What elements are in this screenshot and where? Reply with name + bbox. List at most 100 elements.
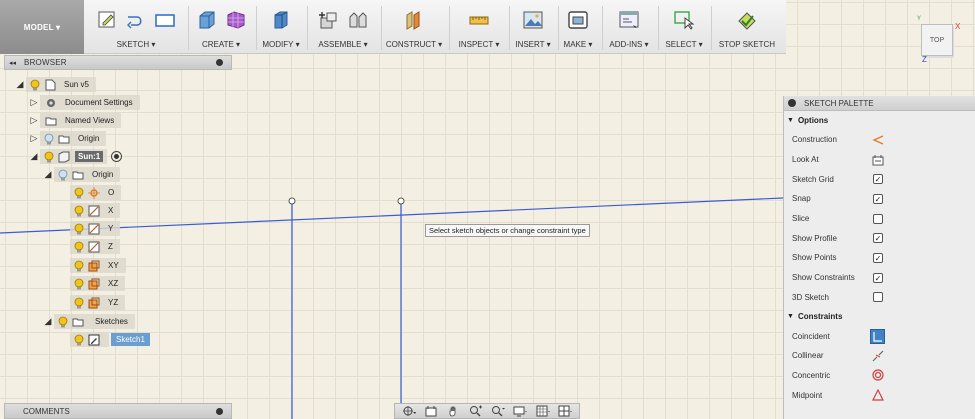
expand-triangle-icon[interactable]: ◢ xyxy=(28,149,40,164)
tree-node-origin[interactable]: ▷ Origin xyxy=(28,131,107,146)
pin-icon[interactable] xyxy=(216,59,223,66)
option-slice[interactable]: Slice xyxy=(784,209,975,229)
create-menu-label[interactable]: CREATE ▾ xyxy=(190,40,252,49)
grid-settings-icon[interactable] xyxy=(535,405,551,417)
fit-icon[interactable] xyxy=(490,405,506,417)
comments-panel-header[interactable]: COMMENTS xyxy=(4,403,232,419)
assemble-menu-label[interactable]: ASSEMBLE ▾ xyxy=(309,40,377,49)
visibility-bulb-icon[interactable] xyxy=(56,168,69,181)
visibility-bulb-icon[interactable] xyxy=(72,222,85,235)
scripts-icon[interactable] xyxy=(618,9,640,31)
tree-node-sketches[interactable]: ◢ Sketches xyxy=(42,314,135,329)
visibility-bulb-icon[interactable] xyxy=(28,78,41,91)
extrude-icon[interactable] xyxy=(196,9,218,31)
collapse-panel-icon[interactable]: ◂◂ xyxy=(9,59,16,67)
construct-group[interactable]: CONSTRUCT ▾ xyxy=(383,0,445,54)
form-icon[interactable] xyxy=(225,9,247,31)
stop-sketch-icon[interactable] xyxy=(736,9,758,31)
3d-print-icon[interactable] xyxy=(567,9,589,31)
sketch-palette-header[interactable]: SKETCH PALETTE xyxy=(784,96,975,111)
workspace-switcher-button[interactable]: MODEL ▾ xyxy=(0,0,84,54)
midpoint-icon[interactable] xyxy=(872,389,884,401)
select-group[interactable]: SELECT ▾ xyxy=(660,0,708,54)
constraint-coincident[interactable]: Coincident xyxy=(784,326,975,346)
slice-checkbox[interactable] xyxy=(872,213,884,225)
tree-node-document-settings[interactable]: ▷ Document Settings xyxy=(28,95,140,110)
zoom-icon[interactable] xyxy=(468,405,484,417)
collapse-arrow-icon[interactable]: ▼ xyxy=(787,313,794,320)
palette-close-icon[interactable] xyxy=(788,99,796,107)
concentric-icon[interactable] xyxy=(872,369,884,382)
rectangle-tool-icon[interactable] xyxy=(154,9,176,31)
tree-node-axis-z[interactable]: Z xyxy=(70,239,120,254)
view-cube[interactable]: TOP xyxy=(921,24,953,56)
stop-sketch-button[interactable]: STOP SKETCH xyxy=(713,0,781,54)
pan-hand-icon[interactable] xyxy=(446,405,462,417)
tree-node-root[interactable]: ◢ Sun v5 xyxy=(14,77,96,92)
sketch-group[interactable]: SKETCH ▾ xyxy=(86,0,186,54)
tree-node-axis-x[interactable]: X xyxy=(70,203,121,218)
expand-triangle-icon[interactable]: ▷ xyxy=(28,95,40,110)
display-settings-icon[interactable] xyxy=(512,405,528,417)
visibility-bulb-icon[interactable] xyxy=(72,204,85,217)
viewports-icon[interactable] xyxy=(557,405,573,417)
new-component-icon[interactable] xyxy=(318,9,340,31)
expand-triangle-icon[interactable]: ▷ xyxy=(28,113,40,128)
select-icon[interactable] xyxy=(673,9,695,31)
insert-menu-label[interactable]: INSERT ▾ xyxy=(511,40,555,49)
tree-node-axis-y[interactable]: Y xyxy=(70,221,121,236)
constraints-section-header[interactable]: ▼ Constraints xyxy=(784,307,975,326)
addins-group[interactable]: ADD-INS ▾ xyxy=(604,0,654,54)
create-sketch-icon[interactable] xyxy=(96,9,118,31)
tree-node-named-views[interactable]: ▷ Named Views xyxy=(28,113,122,128)
sketch-point-1[interactable] xyxy=(288,197,296,205)
snap-checkbox[interactable]: ✓ xyxy=(872,193,884,205)
expand-triangle-icon[interactable]: ◢ xyxy=(42,167,54,182)
visibility-bulb-icon[interactable] xyxy=(72,259,85,272)
constraint-collinear[interactable]: Collinear xyxy=(784,346,975,366)
insert-image-icon[interactable] xyxy=(522,9,544,31)
visibility-bulb-icon[interactable] xyxy=(42,132,55,145)
look-at-view-icon[interactable] xyxy=(423,405,439,417)
expand-triangle-icon[interactable]: ◢ xyxy=(14,77,26,92)
visibility-bulb-icon[interactable] xyxy=(56,315,69,328)
stop-sketch-label[interactable]: STOP SKETCH xyxy=(713,40,781,49)
expand-triangle-icon[interactable]: ◢ xyxy=(42,314,54,329)
create-group[interactable]: CREATE ▾ xyxy=(190,0,252,54)
construct-menu-label[interactable]: CONSTRUCT ▾ xyxy=(383,40,445,49)
option-show-constraints[interactable]: Show Constraints ✓ xyxy=(784,268,975,288)
orbit-icon[interactable] xyxy=(401,405,417,417)
constraint-concentric[interactable]: Concentric xyxy=(784,366,975,386)
visibility-bulb-icon[interactable] xyxy=(72,277,85,290)
expand-triangle-icon[interactable]: ▷ xyxy=(28,131,40,146)
collinear-icon[interactable] xyxy=(872,350,884,362)
select-menu-label[interactable]: SELECT ▾ xyxy=(660,40,708,49)
visibility-bulb-icon[interactable] xyxy=(72,296,85,309)
option-show-profile[interactable]: Show Profile ✓ xyxy=(784,228,975,248)
show-points-checkbox[interactable]: ✓ xyxy=(872,252,884,264)
assemble-group[interactable]: ASSEMBLE ▾ xyxy=(309,0,377,54)
constraint-midpoint[interactable]: Midpoint xyxy=(784,385,975,405)
tree-node-plane-yz[interactable]: YZ xyxy=(70,295,126,310)
tree-node-origin-point[interactable]: O xyxy=(70,185,122,200)
insert-group[interactable]: INSERT ▾ xyxy=(511,0,555,54)
visibility-bulb-icon[interactable] xyxy=(72,333,85,346)
tree-node-plane-xz[interactable]: XZ xyxy=(70,276,126,291)
activate-radio-icon[interactable] xyxy=(111,151,123,162)
option-look-at[interactable]: Look At xyxy=(784,150,975,170)
sketch-grid-checkbox[interactable]: ✓ xyxy=(872,173,884,185)
tree-node-plane-xy[interactable]: XY xyxy=(70,258,126,273)
construction-icon[interactable] xyxy=(872,134,884,146)
option-construction[interactable]: Construction xyxy=(784,130,975,150)
make-group[interactable]: MAKE ▾ xyxy=(560,0,596,54)
measure-icon[interactable] xyxy=(468,9,490,31)
visibility-bulb-icon[interactable] xyxy=(72,240,85,253)
addins-menu-label[interactable]: ADD-INS ▾ xyxy=(604,40,654,49)
tree-node-sub-origin[interactable]: ◢ Origin xyxy=(42,167,121,182)
modify-group[interactable]: MODIFY ▾ xyxy=(258,0,304,54)
option-sketch-grid[interactable]: Sketch Grid ✓ xyxy=(784,169,975,189)
options-section-header[interactable]: ▼ Options xyxy=(784,111,975,130)
joint-icon[interactable] xyxy=(347,9,369,31)
visibility-bulb-icon[interactable] xyxy=(72,186,85,199)
option-show-points[interactable]: Show Points ✓ xyxy=(784,248,975,268)
